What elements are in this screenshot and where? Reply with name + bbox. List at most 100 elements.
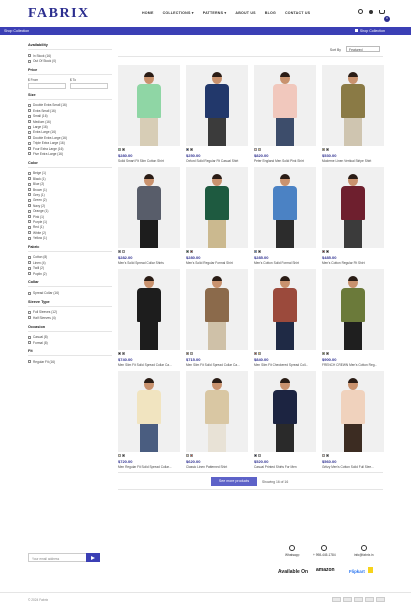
product-name[interactable]: Solid Smart Fit Slim Cotton Shirt xyxy=(118,159,180,163)
color-swatch[interactable] xyxy=(322,454,325,457)
filter-option[interactable]: Yellow (1) xyxy=(28,235,112,240)
checkbox[interactable] xyxy=(28,220,31,224)
product-image[interactable] xyxy=(254,65,316,146)
product-name[interactable]: FRENCH CREWN Men's Cotton Reg... xyxy=(322,363,384,367)
color-swatch[interactable] xyxy=(122,454,125,457)
checkbox[interactable] xyxy=(28,193,31,197)
filter-option[interactable]: Half Sleeves (4) xyxy=(28,315,112,320)
color-swatch[interactable] xyxy=(326,148,329,151)
site-logo[interactable]: FABRIX xyxy=(28,6,90,22)
home-icon[interactable] xyxy=(354,29,358,32)
filter-option[interactable]: Spread Collar (16) xyxy=(28,290,112,295)
checkbox[interactable] xyxy=(28,125,31,129)
checkbox[interactable] xyxy=(28,188,31,192)
product-image[interactable] xyxy=(186,269,248,350)
contact-whatsapp[interactable]: Whatsapp xyxy=(285,545,299,557)
nav-patterns[interactable]: PATTERNS ▾ xyxy=(203,11,227,15)
color-swatch[interactable] xyxy=(326,250,329,253)
checkbox[interactable] xyxy=(28,171,31,175)
nav-contact-us[interactable]: CONTACT US xyxy=(285,11,310,15)
checkbox[interactable] xyxy=(28,272,31,276)
color-swatch[interactable] xyxy=(190,148,193,151)
user-icon[interactable] xyxy=(369,9,373,14)
nav-collections[interactable]: COLLECTIONS ▾ xyxy=(163,11,194,15)
nav-about-us[interactable]: ABOUT US xyxy=(235,11,255,15)
color-swatch[interactable] xyxy=(258,352,261,355)
checkbox[interactable] xyxy=(28,141,31,145)
product-card[interactable]: $250.00 Oxford Solid Regular Fit Casual S… xyxy=(186,65,248,165)
color-swatch[interactable] xyxy=(326,454,329,457)
checkbox[interactable] xyxy=(28,54,31,58)
checkbox[interactable] xyxy=(28,316,31,320)
color-swatch[interactable] xyxy=(122,352,125,355)
checkbox[interactable] xyxy=(28,177,31,181)
color-swatch[interactable] xyxy=(322,250,325,253)
filter-option[interactable]: Formal (8) xyxy=(28,340,112,345)
color-swatch[interactable] xyxy=(186,250,189,253)
color-swatch[interactable] xyxy=(254,352,257,355)
filter-title[interactable]: Collar xyxy=(28,280,112,284)
color-swatch[interactable] xyxy=(258,250,261,253)
checkbox[interactable] xyxy=(28,103,31,107)
product-card[interactable]: $900.00 FRENCH CREWN Men's Cotton Reg... xyxy=(322,269,384,369)
contact-phone[interactable]: + 998-445-1784 xyxy=(313,545,336,557)
product-name[interactable]: Gritzy Men's Cotton Solid Full Slee... xyxy=(322,465,384,469)
color-swatch[interactable] xyxy=(186,454,189,457)
product-name[interactable]: Peter England Men Solid Pink Shirt xyxy=(254,159,316,163)
color-swatch[interactable] xyxy=(258,454,261,457)
price-from-input[interactable] xyxy=(28,82,66,89)
product-card[interactable]: $720.00 Men Regular Fit Solid Spread Coll… xyxy=(118,371,180,471)
product-image[interactable] xyxy=(322,65,384,146)
filter-title[interactable]: Price xyxy=(28,68,112,72)
color-swatch[interactable] xyxy=(186,352,189,355)
filter-title[interactable]: Sleeve Type xyxy=(28,300,112,304)
nav-blog[interactable]: BLOG xyxy=(265,11,276,15)
product-image[interactable] xyxy=(118,371,180,452)
color-swatch[interactable] xyxy=(254,148,257,151)
color-swatch[interactable] xyxy=(190,454,193,457)
filter-option[interactable]: Poplin (2) xyxy=(28,271,112,276)
color-swatch[interactable] xyxy=(118,250,121,253)
product-card[interactable]: $840.00 Men Slim Fit Checkered Spread Col… xyxy=(254,269,316,369)
filter-option[interactable]: Regular Fit (16) xyxy=(28,359,112,364)
product-card[interactable]: $820.00 Peter England Men Solid Pink Shir… xyxy=(254,65,316,165)
product-name[interactable]: Men Slim Fit Solid Spread Collar Ca... xyxy=(186,363,248,367)
color-swatch[interactable] xyxy=(190,250,193,253)
checkbox[interactable] xyxy=(28,291,31,295)
product-image[interactable] xyxy=(118,167,180,248)
cart-icon[interactable]: 0 xyxy=(379,9,390,22)
see-more-button[interactable]: See more products xyxy=(211,477,257,486)
checkbox[interactable] xyxy=(28,120,31,124)
color-swatch[interactable] xyxy=(322,148,325,151)
product-image[interactable] xyxy=(322,167,384,248)
product-image[interactable] xyxy=(186,371,248,452)
color-swatch[interactable] xyxy=(258,148,261,151)
checkbox[interactable] xyxy=(28,182,31,186)
checkbox[interactable] xyxy=(28,215,31,218)
product-image[interactable] xyxy=(254,167,316,248)
product-card[interactable]: $740.00 Men Slim Fit Solid Spread Collar … xyxy=(118,269,180,369)
checkbox[interactable] xyxy=(28,335,31,339)
checkbox[interactable] xyxy=(28,114,31,118)
product-image[interactable] xyxy=(186,167,248,248)
checkbox[interactable] xyxy=(28,130,31,134)
price-to-input[interactable] xyxy=(70,82,108,89)
product-image[interactable] xyxy=(186,65,248,146)
product-name[interactable]: Men's Cotton Regular Fit Shirt xyxy=(322,261,384,265)
product-name[interactable]: Men's Solid Regular Formal Shirt xyxy=(186,261,248,265)
product-name[interactable]: Men Slim Fit Solid Spread Collar Ca... xyxy=(118,363,180,367)
product-image[interactable] xyxy=(254,269,316,350)
product-name[interactable]: Men Slim Fit Checkered Spread Coll... xyxy=(254,363,316,367)
checkbox[interactable] xyxy=(28,209,31,213)
color-swatch[interactable] xyxy=(326,352,329,355)
product-card[interactable]: $715.00 Men Slim Fit Solid Spread Collar … xyxy=(186,269,248,369)
product-card[interactable]: $620.00 Classic Linen Patterned Shirt xyxy=(186,371,248,471)
color-swatch[interactable] xyxy=(322,352,325,355)
color-swatch[interactable] xyxy=(254,250,257,253)
color-swatch[interactable] xyxy=(122,250,125,253)
filter-title[interactable]: Size xyxy=(28,93,112,97)
product-image[interactable] xyxy=(118,65,180,146)
checkbox[interactable] xyxy=(28,198,31,202)
checkbox[interactable] xyxy=(28,266,31,270)
checkbox[interactable] xyxy=(28,152,31,156)
